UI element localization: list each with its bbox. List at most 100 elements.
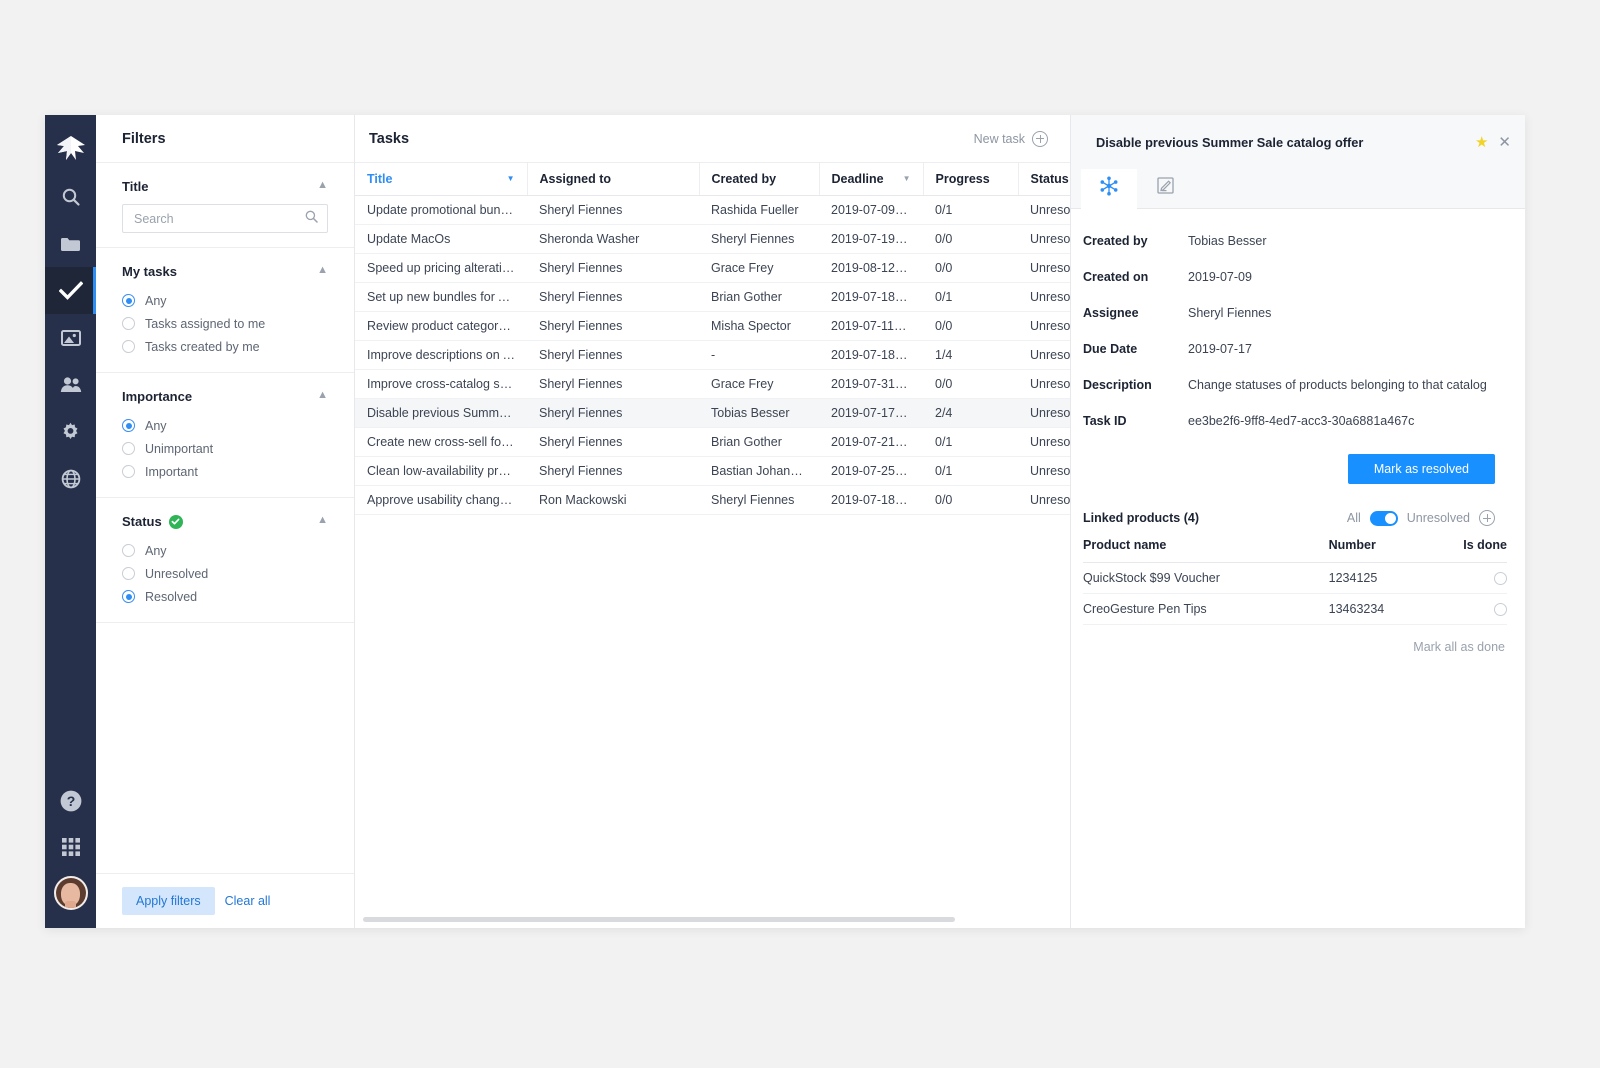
cell-title: Clean low-availability produ... [355,456,527,486]
column-header-progress[interactable]: Progress [923,163,1019,196]
detail-field-label: Created on [1083,270,1149,284]
detail-field-value: Change statuses of products belonging to… [1188,378,1487,392]
all-unresolved-toggle[interactable] [1369,510,1398,526]
radio-importance-important[interactable]: Important [122,460,328,483]
column-header-status[interactable]: Status [1018,163,1070,196]
cell-title: Improve descriptions on All... [355,340,527,370]
linked-column-product-name: Product name [1083,538,1329,563]
radio-status-resolved[interactable]: Resolved [122,585,328,608]
tab-notes[interactable] [1137,169,1193,208]
column-header-deadline[interactable]: Deadline ▼ [819,163,924,196]
cell-created-by: Rashida Fueller [699,195,819,225]
cell-progress: 2/4 [923,398,1018,428]
sidebar-item-folders[interactable] [45,220,96,267]
table-row[interactable]: Clean low-availability produ... Sheryl Fi… [355,456,1070,486]
cell-deadline: 2019-08-12T... [819,253,923,283]
table-row[interactable]: Update MacOs Sheronda Washer Sheryl Fienne… [355,224,1070,254]
linked-products-body: QuickStock $99 Voucher 1234125 CreoGesture… [1083,562,1507,625]
chevron-up-icon[interactable]: ▲ [317,180,328,191]
apply-filters-button[interactable]: Apply filters [122,887,215,915]
sidebar-item-media[interactable] [45,314,96,361]
star-icon[interactable]: ★ [1475,135,1488,150]
cell-assigned-to: Sheryl Fiennes [527,311,699,341]
cell-title: Speed up pricing alterations [355,253,527,283]
search-icon [61,187,81,207]
title-search-box[interactable] [122,204,328,233]
table-row[interactable]: Speed up pricing alterations Sheryl Fienn… [355,253,1070,283]
close-icon[interactable]: ✕ [1498,135,1511,150]
cell-progress: 0/0 [923,485,1018,515]
radio-my-tasks-assigned[interactable]: Tasks assigned to me [122,312,328,335]
cell-status: Unresolved [1018,456,1070,486]
detail-field-label: Due Date [1083,342,1138,356]
avatar[interactable] [45,870,96,916]
table-row[interactable]: Disable previous Summer S... Sheryl Fienn… [355,398,1070,428]
cell-assigned-to: Sheryl Fiennes [527,340,699,370]
table-row[interactable]: Set up new bundles for Au... Sheryl Fienn… [355,282,1070,312]
chevron-up-icon[interactable]: ▲ [317,515,328,526]
mark-all-as-done-link[interactable]: Mark all as done [1413,640,1505,654]
sort-caret-icon: ▼ [902,174,911,184]
logo-icon[interactable] [45,125,96,173]
radio-status-any[interactable]: Any [122,539,328,562]
filter-title-label: Title [122,179,149,194]
clear-all-button[interactable]: Clear all [225,894,271,908]
page-title: Tasks [369,130,410,147]
filters-footer: Apply filters Clear all [96,873,354,928]
sidebar-item-help[interactable]: ? [45,778,96,824]
cell-deadline: 2019-07-19T... [819,224,923,254]
edit-note-icon [1156,176,1174,199]
radio-importance-unimportant[interactable]: Unimportant [122,437,328,460]
tasks-table-head: Title ▼ Assigned to Created by Deadline … [355,163,1070,196]
radio-indicator [122,317,135,330]
cell-deadline: 2019-07-17T... [819,398,923,428]
sidebar-item-tasks[interactable] [45,267,96,314]
linked-products-header: Linked products (4) All Unresolved [1083,510,1507,526]
tab-linked-products[interactable] [1081,169,1137,209]
svg-text:?: ? [66,793,75,809]
detail-field: Task ID ee3be2f6-9ff8-4ed7-acc3-30a6881a4… [1083,414,1507,428]
new-task-button[interactable]: New task [974,130,1048,147]
radio-my-tasks-created[interactable]: Tasks created by me [122,335,328,358]
radio-my-tasks-any[interactable]: Any [122,289,328,312]
add-linked-product-button[interactable] [1479,510,1495,526]
linked-products-title: Linked products (4) [1083,511,1199,525]
cell-status: Unresolved [1018,311,1070,341]
column-label: Assigned to [539,171,612,186]
table-row[interactable]: Approve usability changes i... Ron Mackow… [355,485,1070,515]
horizontal-scrollbar[interactable] [363,917,955,922]
cell-status: Unresolved [1018,485,1070,515]
is-done-checkbox[interactable] [1494,603,1507,617]
radio-status-unresolved[interactable]: Unresolved [122,562,328,585]
filter-importance-label: Importance [122,389,193,404]
mark-as-resolved-button[interactable]: Mark as resolved [1347,454,1495,484]
cell-assigned-to: Sheryl Fiennes [527,456,699,486]
detail-field-label: Created by [1083,234,1148,248]
radio-importance-any[interactable]: Any [122,414,328,437]
column-label: Progress [935,171,990,186]
detail-title: Disable previous Summer Sale catalog off… [1096,134,1364,150]
cell-deadline: 2019-07-31T... [819,369,923,399]
sidebar-item-search[interactable] [45,173,96,220]
table-row[interactable]: Review product category fe... Sheryl Fien… [355,311,1070,341]
search-input[interactable] [134,211,305,226]
table-row[interactable]: Improve cross-catalog shari... Sheryl Fie… [355,369,1070,399]
sidebar-item-globe[interactable] [45,455,96,502]
column-header-assigned-to[interactable]: Assigned to [527,163,700,196]
cell-created-by: Sheryl Fiennes [699,224,819,254]
linked-products-head: Product name Number Is done [1083,538,1507,563]
chevron-up-icon[interactable]: ▲ [317,390,328,401]
column-header-created-by[interactable]: Created by [699,163,820,196]
table-row[interactable]: Improve descriptions on All... Sheryl Fie… [355,340,1070,370]
is-done-checkbox[interactable] [1494,572,1507,586]
column-header-title[interactable]: Title ▼ [355,163,528,196]
sidebar-item-apps[interactable] [45,824,96,870]
globe-icon [61,469,81,489]
radio-label: Any [145,543,167,558]
table-row[interactable]: Update promotional bundle... Sheryl Fienn… [355,195,1070,225]
table-row[interactable]: Create new cross-sell for A... Sheryl Fie… [355,427,1070,457]
sidebar-item-users[interactable] [45,361,96,408]
tasks-table-wrapper[interactable]: Title ▼ Assigned to Created by Deadline … [355,163,1070,928]
sidebar-item-settings[interactable] [45,408,96,455]
chevron-up-icon[interactable]: ▲ [317,265,328,276]
